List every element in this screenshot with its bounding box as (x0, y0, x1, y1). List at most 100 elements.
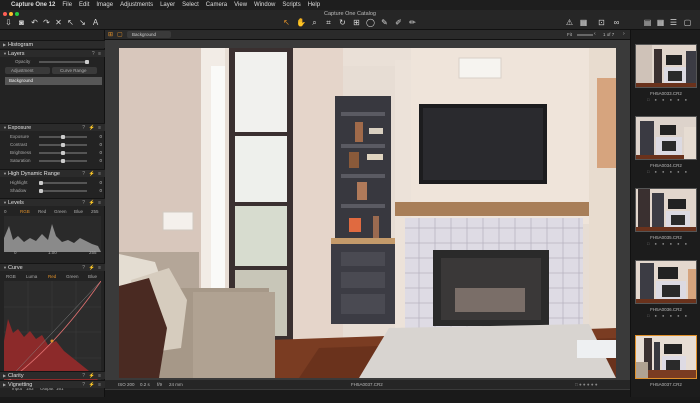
curve-graph[interactable] (4, 281, 101, 384)
levels-black-value[interactable]: 0 (14, 250, 17, 255)
levels-tab-green[interactable]: Green (54, 208, 67, 215)
glasses-icon[interactable]: ∞ (612, 18, 621, 27)
menu-help[interactable]: Help (308, 2, 320, 8)
levels-tab-blue[interactable]: Blue (74, 208, 83, 215)
zoom-window-icon[interactable] (15, 12, 19, 16)
curve-tab-red[interactable]: Red (48, 273, 56, 280)
section-tools-icon[interactable]: ? ⚡ ≡ (82, 264, 102, 272)
shadow-knob[interactable] (39, 188, 43, 193)
camera-icon[interactable]: ◙ (17, 18, 26, 27)
menu-file[interactable]: File (62, 2, 72, 8)
thumbnail-item[interactable]: FH5A0034.CR2 □ ● ● ● ● ● (633, 116, 699, 184)
curve-tab-luma[interactable]: Luma (26, 273, 37, 280)
list-view-icon[interactable]: ☰ (669, 18, 678, 27)
layers-header[interactable]: ▼Layers ? ≡ (0, 49, 105, 57)
thumbnail-item[interactable]: FH5A0036.CR2 □ ● ● ● ● ● (633, 260, 699, 328)
histogram-header[interactable]: ▶ Histogram (0, 40, 105, 48)
exposure-value[interactable]: 0 (92, 133, 102, 140)
minimize-window-icon[interactable] (9, 12, 13, 16)
import-icon[interactable]: ⇩ (4, 18, 13, 27)
layer-select[interactable]: Background (127, 31, 171, 38)
contrast-knob[interactable] (61, 142, 65, 147)
levels-tab-rgb[interactable]: RGB (20, 208, 30, 215)
fit-label[interactable]: Fit (567, 32, 572, 37)
shadow-value[interactable]: 0 (92, 187, 102, 194)
section-tools-icon[interactable]: ? ⚡ ≡ (82, 199, 102, 207)
single-view-icon[interactable]: ▢ (683, 18, 692, 27)
section-tools-icon[interactable]: ? ⚡ ≡ (82, 124, 102, 132)
background-layer-item[interactable]: Background (5, 77, 102, 85)
thumbnail-rating[interactable]: □ ● ● ● ● ● (647, 97, 689, 102)
pan-tool-icon[interactable]: ✋ (296, 18, 306, 27)
brightness-value[interactable]: 0 (92, 149, 102, 156)
highlight-knob[interactable] (39, 180, 43, 185)
thumbnail-rating[interactable]: □ ● ● ● ● ● (647, 169, 689, 174)
section-tools-icon[interactable]: ? ⚡ ≡ (82, 372, 102, 380)
highlight-value[interactable]: 0 (92, 179, 102, 186)
opacity-slider-knob[interactable] (85, 59, 89, 64)
thumbnail-image[interactable] (635, 188, 697, 232)
levels-midtone-value[interactable]: 1.00 (48, 250, 57, 255)
menu-select[interactable]: Select (182, 2, 199, 8)
adjustment-dropdown[interactable]: Adjustment (5, 67, 50, 74)
section-tools-icon[interactable]: ? ≡ (92, 50, 102, 58)
clarity-header[interactable]: ▶ Clarity ? ⚡ ≡ (0, 371, 105, 379)
thumbnail-item[interactable]: FH5A0033.CR2 □ ● ● ● ● ● (633, 44, 699, 112)
menu-layer[interactable]: Layer (160, 2, 175, 8)
thumbnail-rating[interactable]: □ ● ● ● ● ● (647, 313, 689, 318)
menu-edit[interactable]: Edit (79, 2, 89, 8)
compare-icon[interactable]: ⊡ (597, 18, 606, 27)
opacity-slider[interactable] (39, 61, 87, 63)
menu-adjustments[interactable]: Adjustments (120, 2, 153, 8)
thumbnail-item-selected[interactable]: FH5A0037.CR2 (633, 335, 699, 403)
curve-header[interactable]: ▼Curve ? ⚡ ≡ (0, 263, 105, 271)
app-menu[interactable]: Capture One 12 (11, 2, 55, 8)
brush-tool-icon[interactable]: ✎ (380, 18, 389, 27)
copy-adjustments-icon[interactable]: ↖ (66, 18, 75, 27)
curve-point[interactable] (50, 339, 54, 343)
exposure-knob[interactable] (61, 134, 65, 139)
exposure-header[interactable]: ▼Exposure ? ⚡ ≡ (0, 123, 105, 131)
menu-camera[interactable]: Camera (206, 2, 227, 8)
grid-icon[interactable]: ▦ (579, 18, 588, 27)
menu-image[interactable]: Image (96, 2, 113, 8)
filmstrip-view-icon[interactable]: ▤ (643, 18, 652, 27)
saturation-value[interactable]: 0 (92, 157, 102, 164)
curve-tab-green[interactable]: Green (66, 273, 79, 280)
contrast-value[interactable]: 0 (92, 141, 102, 148)
spot-removal-icon[interactable]: ◯ (366, 18, 375, 27)
redo-icon[interactable]: ↷ (42, 18, 51, 27)
thumbnail-image[interactable] (635, 116, 697, 160)
picker-tool-icon[interactable]: ✐ (394, 18, 403, 27)
menu-scripts[interactable]: Scripts (282, 2, 300, 8)
grid-view-icon[interactable]: ▦ (656, 18, 665, 27)
layer-single-icon[interactable]: ▢ (117, 31, 123, 38)
rotate-tool-icon[interactable]: ↻ (338, 18, 347, 27)
thumbnail-item[interactable]: FH5A0035.CR2 □ ● ● ● ● ● (633, 188, 699, 256)
next-image-icon[interactable]: › (623, 31, 625, 37)
saturation-knob[interactable] (61, 158, 65, 163)
vignetting-header[interactable]: ▶ Vignetting ? ⚡ ≡ (0, 380, 105, 388)
alert-icon[interactable]: ⚠ (565, 18, 574, 27)
crop-tool-icon[interactable]: ⌗ (324, 18, 333, 27)
curve-range-dropdown[interactable]: Curve Range (52, 67, 97, 74)
hdr-header[interactable]: ▼High Dynamic Range ? ⚡ ≡ (0, 169, 105, 177)
levels-histogram[interactable] (4, 216, 101, 252)
close-window-icon[interactable] (3, 12, 7, 16)
annotation-tool-icon[interactable]: ✏ (408, 18, 417, 27)
highlight-slider[interactable] (39, 182, 87, 184)
levels-white-value[interactable]: 255 (89, 250, 97, 255)
levels-tab-red[interactable]: Red (38, 208, 46, 215)
section-tools-icon[interactable]: ? ⚡ ≡ (82, 170, 102, 178)
cursor-tool-icon[interactable]: ↖ (282, 18, 291, 27)
shadow-slider[interactable] (39, 190, 87, 192)
keystone-tool-icon[interactable]: ⊞ (352, 18, 361, 27)
menu-view[interactable]: View (234, 2, 247, 8)
zoom-tool-icon[interactable]: ⌕ (310, 18, 319, 27)
reset-icon[interactable]: ✕ (54, 18, 63, 27)
text-tool-icon[interactable]: A (91, 18, 100, 27)
rating-dots[interactable]: □ ● ● ● ● ● (575, 380, 598, 389)
thumbnail-rating[interactable]: □ ● ● ● ● ● (647, 241, 689, 246)
undo-icon[interactable]: ↶ (30, 18, 39, 27)
photo[interactable] (119, 48, 616, 378)
